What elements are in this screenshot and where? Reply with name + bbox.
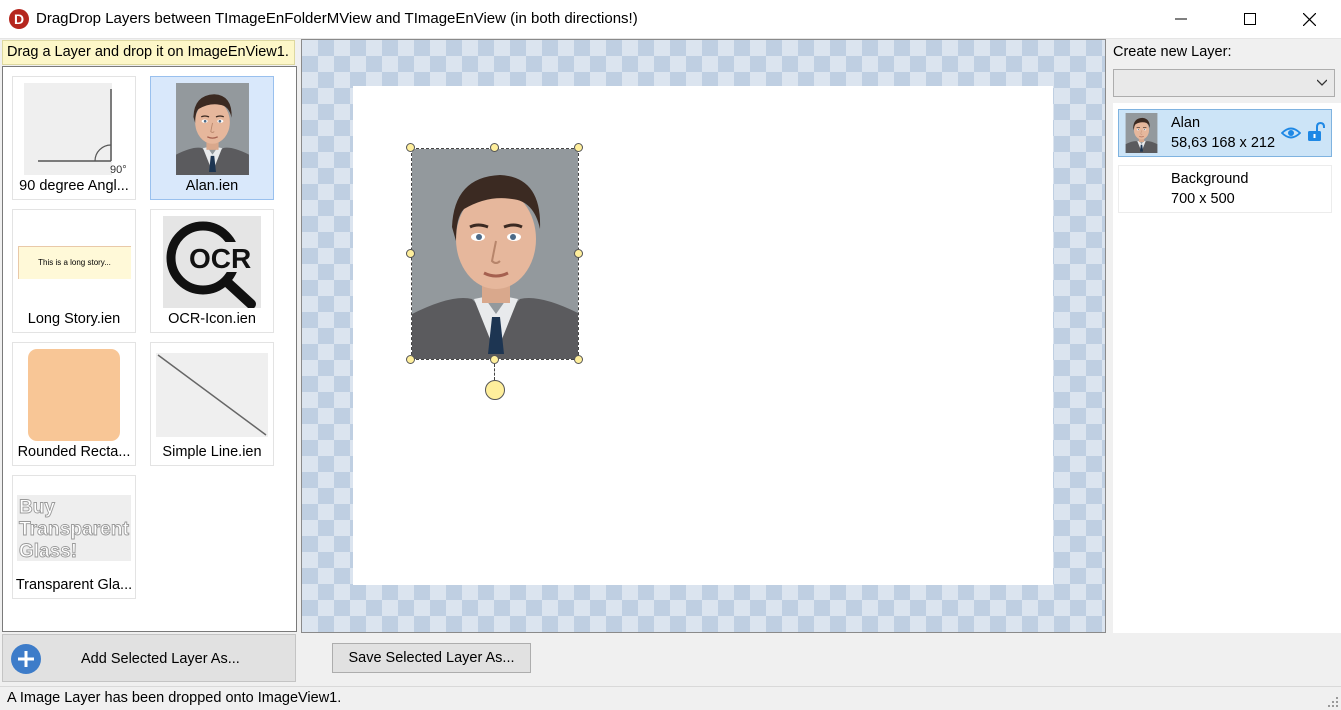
- rounded-rect-thumbnail: [13, 347, 135, 443]
- thumbnail-label: Rounded Recta...: [17, 444, 131, 460]
- thumbnail-simple-line[interactable]: Simple Line.ien: [150, 342, 274, 466]
- close-button[interactable]: [1286, 0, 1332, 38]
- resize-handle-bottom[interactable]: [490, 355, 499, 364]
- size-grip-icon[interactable]: [1327, 696, 1339, 708]
- angle-layer-thumbnail: 90°: [13, 81, 135, 177]
- title-bar: D DragDrop Layers between TImageEnFolder…: [0, 0, 1341, 39]
- long-story-text: This is a long story...: [17, 245, 131, 279]
- window-title: DragDrop Layers between TImageEnFolderMV…: [36, 10, 638, 27]
- thumbnail-angle[interactable]: 90° 90 degree Angl...: [12, 76, 136, 200]
- thumbnail-ocr[interactable]: OCR OCR-Icon.ien: [150, 209, 274, 333]
- thumbnail-label: Alan.ien: [185, 178, 239, 194]
- layer-info: 58,63 168 x 212: [1171, 135, 1276, 151]
- minimize-button[interactable]: [1158, 0, 1204, 38]
- glass-text-line-1: Buy: [19, 497, 55, 518]
- resize-handle-right[interactable]: [574, 249, 583, 258]
- minimize-icon: [1175, 18, 1187, 20]
- text-layer-thumbnail: This is a long story...: [13, 214, 135, 310]
- unlock-icon[interactable]: [1306, 122, 1326, 142]
- add-icon: [11, 644, 41, 674]
- resize-handle-top-left[interactable]: [406, 143, 415, 152]
- thumbnail-rounded-rect[interactable]: Rounded Recta...: [12, 342, 136, 466]
- thumbnail-label: OCR-Icon.ien: [168, 311, 256, 327]
- layer-thumbnail: [1125, 113, 1158, 153]
- resize-handle-top[interactable]: [490, 143, 499, 152]
- layers-list[interactable]: Alan 58,63 168 x 212 Background 700 x 50…: [1113, 103, 1341, 633]
- layer-item-alan[interactable]: Alan 58,63 168 x 212: [1118, 109, 1332, 157]
- chevron-down-icon: [1317, 79, 1327, 86]
- thumbnail-label: 90 degree Angl...: [19, 178, 129, 194]
- close-icon: [1302, 12, 1316, 26]
- visible-eye-icon[interactable]: [1281, 126, 1301, 140]
- layer-name: Alan: [1171, 115, 1201, 131]
- maximize-button[interactable]: [1227, 0, 1273, 38]
- resize-handle-bottom-left[interactable]: [406, 355, 415, 364]
- ocr-icon-thumbnail: OCR: [151, 214, 273, 310]
- layer-name: Background: [1171, 171, 1249, 187]
- resize-handle-bottom-right[interactable]: [574, 355, 583, 364]
- portrait-image: [412, 149, 578, 359]
- alan-image-layer[interactable]: [411, 148, 579, 360]
- layer-item-background[interactable]: Background 700 x 500: [1118, 165, 1332, 213]
- glass-text-line-3: Glass!: [19, 541, 77, 561]
- thumbnail-label: Transparent Gla...: [15, 577, 133, 593]
- save-selected-layer-button[interactable]: Save Selected Layer As...: [332, 643, 531, 673]
- create-layer-select[interactable]: [1113, 69, 1335, 97]
- angle-text: 90°: [110, 164, 127, 175]
- transparent-text-thumbnail: Buy Transparent Glass!: [13, 480, 135, 576]
- thumbnail-label: Long Story.ien: [27, 311, 121, 327]
- resize-handle-left[interactable]: [406, 249, 415, 258]
- glass-text-line-2: Transparent: [19, 519, 130, 540]
- thumbnail-transparent-glass[interactable]: Buy Transparent Glass! Transparent Gla..…: [12, 475, 136, 599]
- status-bar: A Image Layer has been dropped onto Imag…: [0, 686, 1341, 710]
- portrait-thumbnail: [151, 81, 273, 177]
- folder-multi-view[interactable]: 90° 90 degree Angl... Alan.ien This is a…: [2, 66, 297, 632]
- status-text: A Image Layer has been dropped onto Imag…: [7, 690, 342, 706]
- thumbnail-label: Simple Line.ien: [162, 444, 262, 460]
- ocr-text: OCR: [189, 243, 251, 274]
- layer-info: 700 x 500: [1171, 191, 1235, 207]
- line-thumbnail: [151, 347, 273, 443]
- drag-hint-bar: Drag a Layer and drop it on ImageEnView1…: [2, 40, 295, 65]
- thumbnail-long-story[interactable]: This is a long story... Long Story.ien: [12, 209, 136, 333]
- create-layer-label: Create new Layer:: [1113, 44, 1232, 60]
- resize-handle-top-right[interactable]: [574, 143, 583, 152]
- app-icon: D: [9, 9, 29, 29]
- rotate-connector: [494, 364, 495, 380]
- maximize-icon: [1244, 13, 1256, 25]
- rotate-handle[interactable]: [485, 380, 505, 400]
- thumbnail-alan[interactable]: Alan.ien: [150, 76, 274, 200]
- add-selected-layer-label: Add Selected Layer As...: [81, 651, 240, 667]
- add-selected-layer-button[interactable]: Add Selected Layer As...: [2, 634, 296, 682]
